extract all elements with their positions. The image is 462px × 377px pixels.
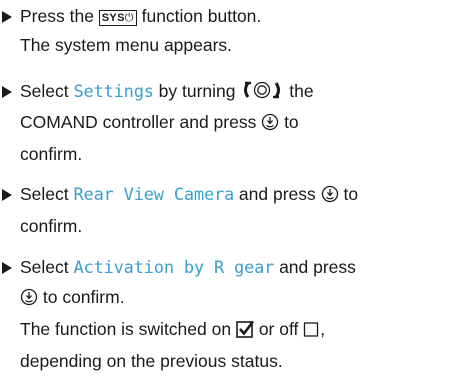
bullet-triangle-icon [2, 189, 12, 201]
bullet-triangle-icon [2, 86, 12, 98]
checkbox-empty-icon [303, 318, 320, 347]
controller-press-icon [20, 286, 38, 315]
controller-rotate-icon [240, 79, 284, 108]
menu-term-activation-by-r-gear: Activation by R gear [73, 258, 275, 278]
step-1-text: Press the [20, 6, 99, 26]
step-4: Select Activation by R gear and press to… [2, 253, 454, 376]
instruction-page: Press the SYS⏻ function button. The syst… [0, 0, 462, 377]
step-3: Select Rear View Camera and press to con… [2, 180, 454, 241]
menu-term-rear-view-camera: Rear View Camera [73, 185, 235, 205]
bullet-triangle-icon [2, 262, 12, 274]
step-1-result: The system menu appears. [20, 35, 233, 55]
bullet-triangle-icon [2, 11, 12, 23]
controller-press-icon [321, 183, 339, 212]
step-2: Select Settings by turning the COMAND co… [2, 77, 454, 169]
sys-button-icon: SYS⏻ [98, 10, 137, 26]
power-icon: ⏻ [124, 12, 134, 24]
checkbox-checked-icon [236, 318, 254, 347]
controller-press-icon [261, 111, 279, 140]
step-1: Press the SYS⏻ function button. The syst… [2, 2, 454, 60]
menu-term-settings: Settings [73, 82, 154, 102]
